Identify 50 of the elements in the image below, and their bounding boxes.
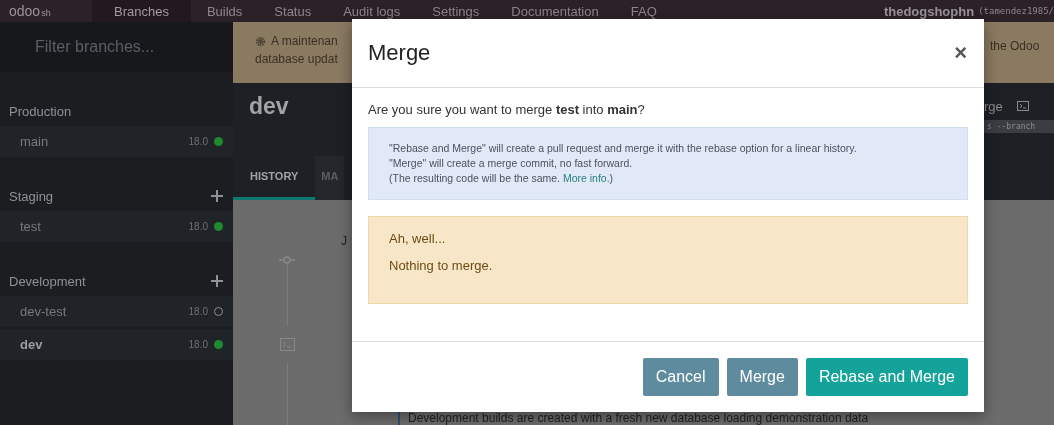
branch-name: dev: [20, 337, 43, 352]
nav-tab[interactable]: Branches: [92, 0, 191, 22]
section-title: Production: [9, 103, 72, 119]
plus-icon[interactable]: [211, 190, 223, 202]
banner-text: A maintenan: [271, 34, 338, 48]
cancel-button[interactable]: Cancel: [642, 358, 719, 396]
gear-icon: [255, 35, 266, 47]
warning-message: Nothing to merge.: [389, 258, 494, 273]
branch-version: 18.0: [188, 221, 208, 232]
merge-question: Are you sure you want to merge test into main?: [368, 102, 646, 117]
branch-name: main: [20, 134, 49, 149]
branch-item[interactable]: dev 18.0: [0, 329, 233, 360]
branch-name: dev-test: [20, 304, 67, 319]
merge-button[interactable]: Merge: [726, 358, 798, 396]
terminal-icon[interactable]: [1016, 101, 1029, 112]
branch-version: 18.0: [188, 136, 208, 147]
close-button[interactable]: ×: [952, 40, 969, 66]
merge-link[interactable]: rge: [984, 98, 1003, 114]
more-info-link[interactable]: More info.: [562, 172, 610, 184]
nav-tab[interactable]: Settings: [416, 0, 496, 22]
info-text: "Merge" will create a merge commit, no fast forward.: [389, 156, 634, 171]
filter-field[interactable]: Filter branches...: [0, 22, 233, 72]
nav-tab[interactable]: FAQ: [614, 0, 673, 22]
section-title: Staging: [9, 188, 54, 204]
branch-item[interactable]: test 18.0: [0, 211, 233, 242]
project-name: thedogshophn: [883, 3, 975, 19]
rebase-merge-button[interactable]: Rebase and Merge: [805, 358, 968, 396]
info-text: (The resulting code will be the same. More info.): [389, 171, 615, 186]
odoo-logo[interactable]: odoosh: [0, 3, 92, 19]
plus-icon[interactable]: [211, 275, 223, 287]
nav-tab[interactable]: Status: [258, 0, 328, 22]
branch-title: dev: [249, 92, 289, 121]
command-field[interactable]: s --branch: [984, 119, 1054, 133]
branch-item[interactable]: dev-test 18.0: [0, 296, 233, 327]
banner-text: database updat: [255, 52, 338, 66]
nav-tab[interactable]: Audit logs: [327, 0, 417, 22]
branch-version: 18.0: [188, 339, 208, 350]
nav-tab[interactable]: Builds: [190, 0, 259, 22]
branch-version: 18.0: [188, 306, 208, 317]
terminal-icon: [279, 338, 295, 351]
warning-title: Ah, well...: [389, 231, 447, 246]
dialog-title: Merge: [368, 40, 431, 66]
history-date: J: [341, 233, 347, 250]
nav-tab[interactable]: Documentation: [495, 0, 615, 22]
branch-item[interactable]: main 18.0: [0, 126, 233, 157]
branch-name: test: [20, 219, 41, 234]
section-title: Development: [9, 273, 86, 289]
account-name: (tamendez1985/: [978, 6, 1054, 16]
banner-text: the Odoo: [990, 38, 1041, 55]
info-text: "Rebase and Merge" will create a pull request and merge it with the rebase option for a linear history.: [389, 141, 858, 156]
